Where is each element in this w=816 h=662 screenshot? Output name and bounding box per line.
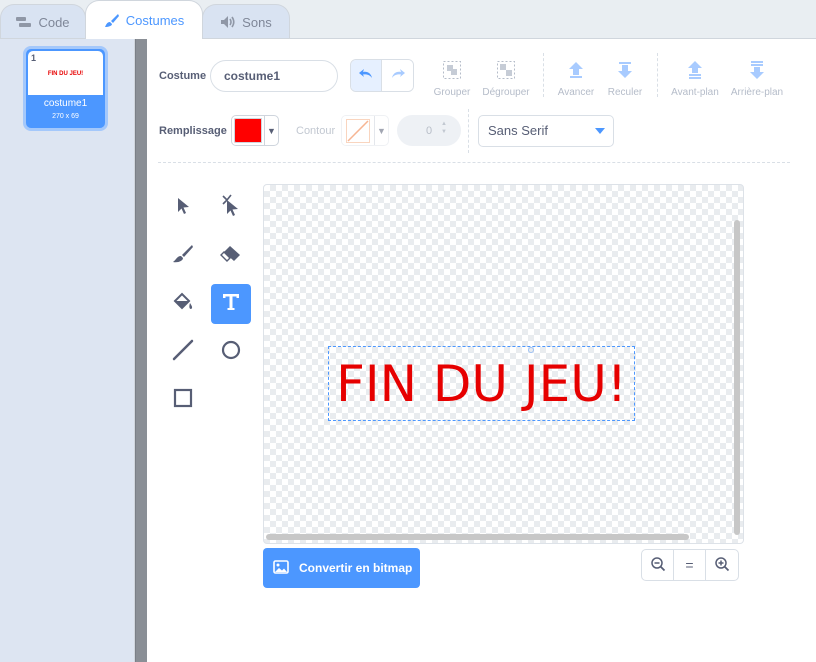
costume-thumbnail: 1 FIN DU JEU! xyxy=(28,51,103,95)
editor-tabs: Code Costumes Sons xyxy=(0,0,816,39)
forward-button[interactable]: Avancer xyxy=(548,55,604,98)
redo-icon xyxy=(390,67,406,85)
costume-number: 1 xyxy=(31,53,37,63)
bring-to-front-button[interactable]: Avant-plan xyxy=(667,55,723,98)
forward-label: Avancer xyxy=(557,87,595,98)
reshape-cursor-icon xyxy=(220,194,242,223)
toolbar-separator xyxy=(158,162,790,163)
zoom-controls: = xyxy=(641,549,739,581)
canvas-text: FIN DU JEU! xyxy=(336,354,627,413)
outline-label: Contour xyxy=(296,125,336,137)
undo-redo-group xyxy=(350,59,414,92)
paint-canvas[interactable]: FIN DU JEU! xyxy=(263,184,744,544)
arrow-cursor-icon xyxy=(174,196,192,221)
zoom-reset-label: = xyxy=(685,557,694,573)
fill-tool[interactable] xyxy=(163,284,203,324)
zoom-out-button[interactable] xyxy=(642,550,675,580)
outline-color-picker[interactable]: ▼ xyxy=(341,115,389,146)
list-scrollbar[interactable] xyxy=(135,38,147,662)
canvas-horizontal-scrollbar[interactable] xyxy=(266,534,689,540)
front-label: Avant-plan xyxy=(671,87,719,98)
redo-button[interactable] xyxy=(382,60,413,91)
costume-list: 1 FIN DU JEU! costume1 270 x 69 xyxy=(0,38,135,662)
tab-code[interactable]: Code xyxy=(0,4,86,39)
costume-item-size: 270 x 69 xyxy=(52,113,79,120)
fill-color-swatch xyxy=(232,116,264,145)
eraser-tool[interactable] xyxy=(211,236,251,276)
back-icon xyxy=(747,60,767,83)
tab-sons-label: Sons xyxy=(242,14,272,30)
toolbar-divider xyxy=(657,53,658,97)
brush-icon xyxy=(172,244,194,269)
font-select[interactable]: Sans Serif xyxy=(478,115,614,147)
convert-to-bitmap-button[interactable]: Convertir en bitmap xyxy=(263,548,420,588)
stepper-arrows-icon: ▲ ▼ xyxy=(441,121,447,135)
toolbar-divider xyxy=(543,53,544,97)
undo-button[interactable] xyxy=(351,60,383,91)
code-blocks-icon xyxy=(16,16,32,29)
back-label: Arrière-plan xyxy=(730,87,784,98)
circle-icon xyxy=(221,340,241,365)
fill-color-picker[interactable]: ▼ xyxy=(231,115,279,146)
ungroup-icon xyxy=(496,60,516,83)
eraser-icon xyxy=(220,245,242,268)
rectangle-tool[interactable] xyxy=(163,380,203,420)
zoom-reset-button[interactable]: = xyxy=(674,550,707,580)
costume-name-label: Costume xyxy=(159,70,207,82)
paint-editor: Costume costume1 Grouper Dégrouper Avanc… xyxy=(147,38,816,662)
dropdown-arrow-icon: ▼ xyxy=(374,116,388,145)
group-label: Grouper xyxy=(433,87,471,98)
font-select-value: Sans Serif xyxy=(488,123,548,138)
paint-bucket-icon xyxy=(172,291,194,318)
no-color-swatch-icon xyxy=(342,116,374,145)
text-selection-box[interactable]: FIN DU JEU! xyxy=(328,346,635,421)
tab-sons[interactable]: Sons xyxy=(202,4,290,39)
select-tool[interactable] xyxy=(163,188,203,228)
tab-costumes-label: Costumes xyxy=(125,12,185,28)
backward-icon xyxy=(615,60,635,83)
stroke-width-value: 0 xyxy=(425,124,433,137)
costume-item[interactable]: 1 FIN DU JEU! costume1 270 x 69 xyxy=(23,46,108,131)
reshape-tool[interactable] xyxy=(211,188,251,228)
zoom-in-icon xyxy=(714,556,730,575)
speaker-icon xyxy=(220,15,236,29)
toolbar-divider xyxy=(468,109,469,153)
ungroup-label: Dégrouper xyxy=(482,87,530,98)
text-t-icon xyxy=(221,292,241,317)
zoom-in-button[interactable] xyxy=(706,550,738,580)
fill-label: Remplissage xyxy=(159,125,227,137)
send-to-back-button[interactable]: Arrière-plan xyxy=(729,55,785,98)
canvas-vertical-scrollbar[interactable] xyxy=(734,220,740,535)
image-icon xyxy=(273,559,289,577)
undo-icon xyxy=(358,67,374,85)
tab-costumes[interactable]: Costumes xyxy=(85,0,203,39)
brush-tool[interactable] xyxy=(163,236,203,276)
tab-code-label: Code xyxy=(38,14,70,30)
paintbrush-icon xyxy=(104,13,120,28)
backward-label: Reculer xyxy=(607,87,643,98)
zoom-out-icon xyxy=(650,556,666,575)
circle-tool[interactable] xyxy=(211,332,251,372)
stroke-width-input[interactable]: 0 ▲ ▼ xyxy=(397,115,461,146)
forward-icon xyxy=(566,60,586,83)
convert-to-bitmap-label: Convertir en bitmap xyxy=(299,561,413,575)
rotate-handle-icon[interactable] xyxy=(527,341,535,353)
line-tool[interactable] xyxy=(163,332,203,372)
group-icon xyxy=(442,60,462,83)
costume-thumbnail-text: FIN DU JEU! xyxy=(47,71,84,77)
backward-button[interactable]: Reculer xyxy=(597,55,653,98)
rectangle-icon xyxy=(173,388,193,413)
dropdown-arrow-icon: ▼ xyxy=(264,116,278,145)
text-tool[interactable] xyxy=(211,284,251,324)
front-icon xyxy=(685,60,705,83)
costume-item-name: costume1 xyxy=(43,98,88,109)
costume-name-input[interactable]: costume1 xyxy=(210,60,338,92)
chevron-down-icon xyxy=(595,128,605,134)
ungroup-button[interactable]: Dégrouper xyxy=(478,55,534,98)
group-button[interactable]: Grouper xyxy=(424,55,480,98)
line-icon xyxy=(172,339,194,366)
